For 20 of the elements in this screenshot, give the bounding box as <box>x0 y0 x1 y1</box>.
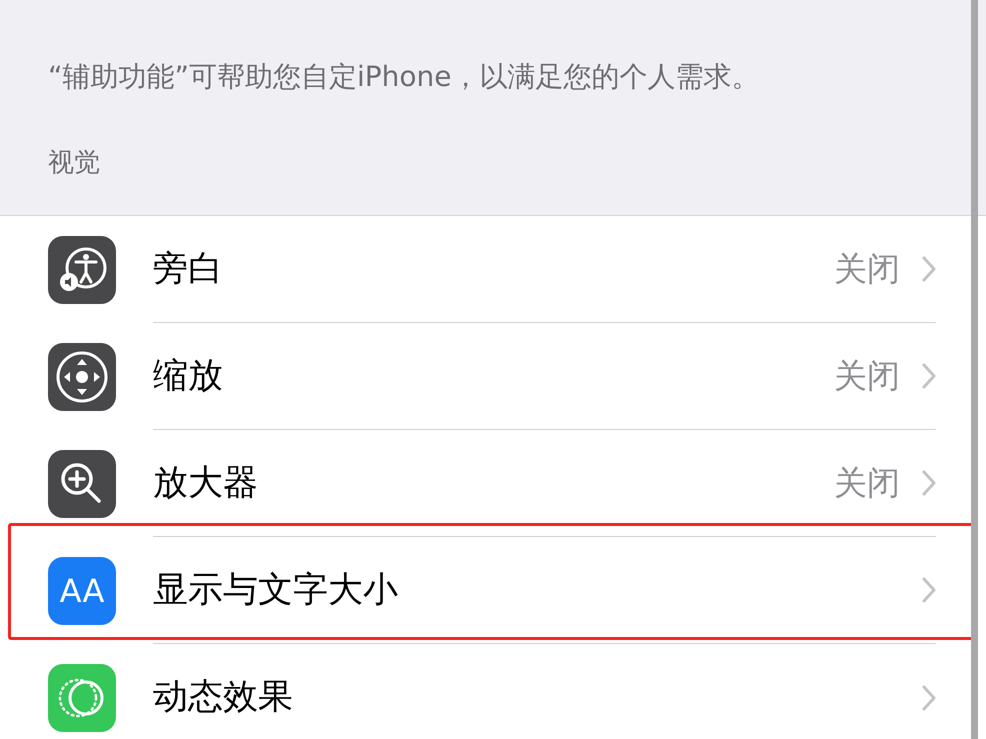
chevron-icon <box>922 470 936 496</box>
zoom-icon <box>48 342 116 410</box>
section-header: 视觉 <box>47 147 100 180</box>
row-value: 关闭 <box>834 355 900 398</box>
chevron-icon <box>922 256 936 282</box>
motion-icon <box>48 664 116 732</box>
row-label: 旁白 <box>153 248 224 291</box>
chevron-icon <box>922 577 936 603</box>
row-value: 关闭 <box>834 462 900 504</box>
chevron-icon <box>922 363 936 389</box>
row-label: 缩放 <box>153 354 224 398</box>
row-label: 动态效果 <box>153 676 294 720</box>
magnifier-icon <box>48 450 116 518</box>
chevron-icon <box>922 684 936 710</box>
accessibility-icon <box>48 236 116 304</box>
row-label: 放大器 <box>153 462 259 505</box>
row-value: 关闭 <box>834 248 900 290</box>
description-text: “辅助功能”可帮助您自定iPhone，以满足您的个人需求。 <box>47 59 761 95</box>
text-size-icon: AA <box>48 556 116 624</box>
row-label: 显示与文字大小 <box>153 568 399 612</box>
